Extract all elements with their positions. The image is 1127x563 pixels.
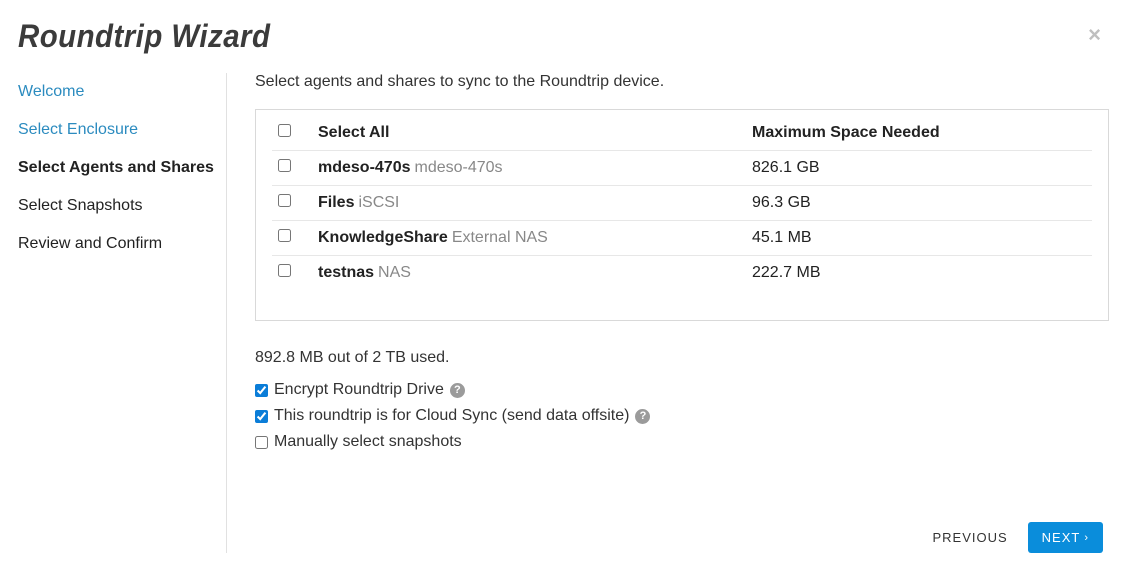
- cloud-sync-checkbox[interactable]: [255, 410, 268, 423]
- agents-table: Select All Maximum Space Needed mdeso-47…: [255, 109, 1109, 321]
- option-manual-snapshots-row: Manually select snapshots: [255, 433, 1109, 451]
- next-button-label: NEXT: [1042, 530, 1081, 545]
- table-header-row: Select All Maximum Space Needed: [272, 116, 1092, 150]
- row-name-cell: testnasNAS: [318, 264, 752, 282]
- row-size-cell: 826.1 GB: [752, 159, 1092, 177]
- footer: PREVIOUS NEXT ›: [255, 502, 1109, 553]
- table-row: mdeso-470smdeso-470s826.1 GB: [272, 150, 1092, 185]
- agent-subtype: External NAS: [452, 229, 548, 246]
- row-size-cell: 96.3 GB: [752, 194, 1092, 212]
- manual-snapshots-checkbox[interactable]: [255, 436, 268, 449]
- agent-name: mdeso-470s: [318, 159, 411, 176]
- close-icon[interactable]: ×: [1088, 24, 1101, 46]
- agent-subtype: NAS: [378, 264, 411, 281]
- row-size-cell: 222.7 MB: [752, 264, 1092, 282]
- header-space-needed: Maximum Space Needed: [752, 124, 1092, 142]
- row-checkbox[interactable]: [278, 229, 291, 242]
- previous-button[interactable]: PREVIOUS: [932, 530, 1007, 545]
- cloud-sync-label: This roundtrip is for Cloud Sync (send d…: [274, 407, 629, 425]
- sidebar-step-0[interactable]: Welcome: [18, 73, 214, 111]
- help-icon[interactable]: ?: [450, 383, 465, 398]
- row-checkbox-cell: [272, 159, 318, 177]
- encrypt-label: Encrypt Roundtrip Drive: [274, 381, 444, 399]
- table-row: FilesiSCSI96.3 GB: [272, 185, 1092, 220]
- encrypt-checkbox[interactable]: [255, 384, 268, 397]
- dialog-title: Roundtrip Wizard: [18, 18, 1022, 55]
- row-checkbox[interactable]: [278, 159, 291, 172]
- row-checkbox-cell: [272, 264, 318, 282]
- option-encrypt-row: Encrypt Roundtrip Drive ?: [255, 381, 1109, 399]
- usage-text: 892.8 MB out of 2 TB used.: [255, 349, 1109, 367]
- sidebar-step-1[interactable]: Select Enclosure: [18, 111, 214, 149]
- option-cloud-sync-row: This roundtrip is for Cloud Sync (send d…: [255, 407, 1109, 425]
- sidebar-step-3[interactable]: Select Snapshots: [18, 187, 214, 225]
- next-button[interactable]: NEXT ›: [1028, 522, 1103, 553]
- agent-subtype: iSCSI: [358, 194, 399, 211]
- row-checkbox[interactable]: [278, 264, 291, 277]
- row-size-cell: 45.1 MB: [752, 229, 1092, 247]
- agent-subtype: mdeso-470s: [415, 159, 503, 176]
- agent-name: KnowledgeShare: [318, 229, 448, 246]
- agent-name: testnas: [318, 264, 374, 281]
- select-all-checkbox[interactable]: [278, 124, 291, 137]
- sidebar-step-4[interactable]: Review and Confirm: [18, 225, 214, 263]
- help-icon[interactable]: ?: [635, 409, 650, 424]
- row-checkbox[interactable]: [278, 194, 291, 207]
- row-name-cell: mdeso-470smdeso-470s: [318, 159, 752, 177]
- table-row: testnasNAS222.7 MB: [272, 255, 1092, 290]
- table-row: KnowledgeShareExternal NAS45.1 MB: [272, 220, 1092, 255]
- select-all-checkbox-cell: [272, 124, 318, 142]
- agent-name: Files: [318, 194, 354, 211]
- dialog-body: WelcomeSelect EnclosureSelect Agents and…: [18, 73, 1109, 553]
- wizard-dialog: Roundtrip Wizard × WelcomeSelect Enclosu…: [0, 0, 1127, 563]
- wizard-steps-sidebar: WelcomeSelect EnclosureSelect Agents and…: [18, 73, 227, 553]
- row-name-cell: FilesiSCSI: [318, 194, 752, 212]
- row-name-cell: KnowledgeShareExternal NAS: [318, 229, 752, 247]
- sidebar-step-2[interactable]: Select Agents and Shares: [18, 149, 214, 187]
- row-checkbox-cell: [272, 194, 318, 212]
- chevron-right-icon: ›: [1084, 532, 1089, 544]
- instruction-text: Select agents and shares to sync to the …: [255, 73, 1109, 91]
- row-checkbox-cell: [272, 229, 318, 247]
- header-select-all: Select All: [318, 124, 752, 142]
- main-panel: Select agents and shares to sync to the …: [227, 73, 1109, 553]
- manual-snapshots-label: Manually select snapshots: [274, 433, 462, 451]
